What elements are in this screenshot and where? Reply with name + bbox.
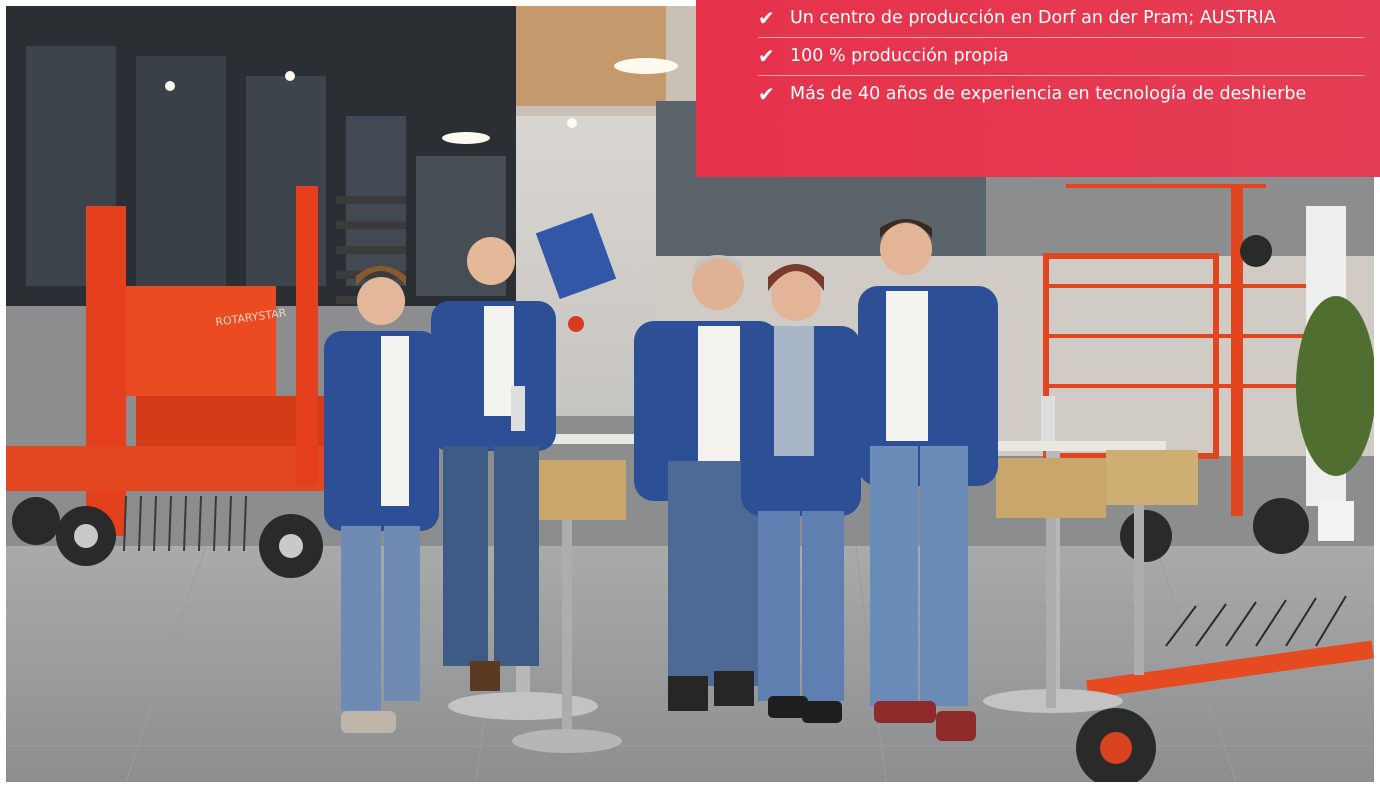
checklist-item: ✔ 100 % producción propia (758, 38, 1364, 76)
award-trophy (1041, 396, 1055, 441)
info-panel: ✔ Un centro de producción en Dorf an der… (696, 0, 1380, 177)
checklist-item-label: Más de 40 años de experiencia en tecnolo… (790, 84, 1307, 104)
feature-checklist: ✔ Un centro de producción en Dorf an der… (758, 0, 1364, 113)
checklist-item: ✔ Más de 40 años de experiencia en tecno… (758, 76, 1364, 113)
checkmark-icon: ✔ (758, 82, 775, 106)
ceiling-light (442, 132, 490, 144)
checkmark-icon: ✔ (758, 6, 775, 30)
ceiling-light (614, 58, 678, 74)
checklist-item-label: Un centro de producción en Dorf an der P… (790, 8, 1276, 28)
checkmark-icon: ✔ (758, 44, 775, 68)
checklist-item-label: 100 % producción propia (790, 46, 1009, 66)
checklist-item: ✔ Un centro de producción en Dorf an der… (758, 0, 1364, 38)
award-trophy (511, 386, 525, 431)
